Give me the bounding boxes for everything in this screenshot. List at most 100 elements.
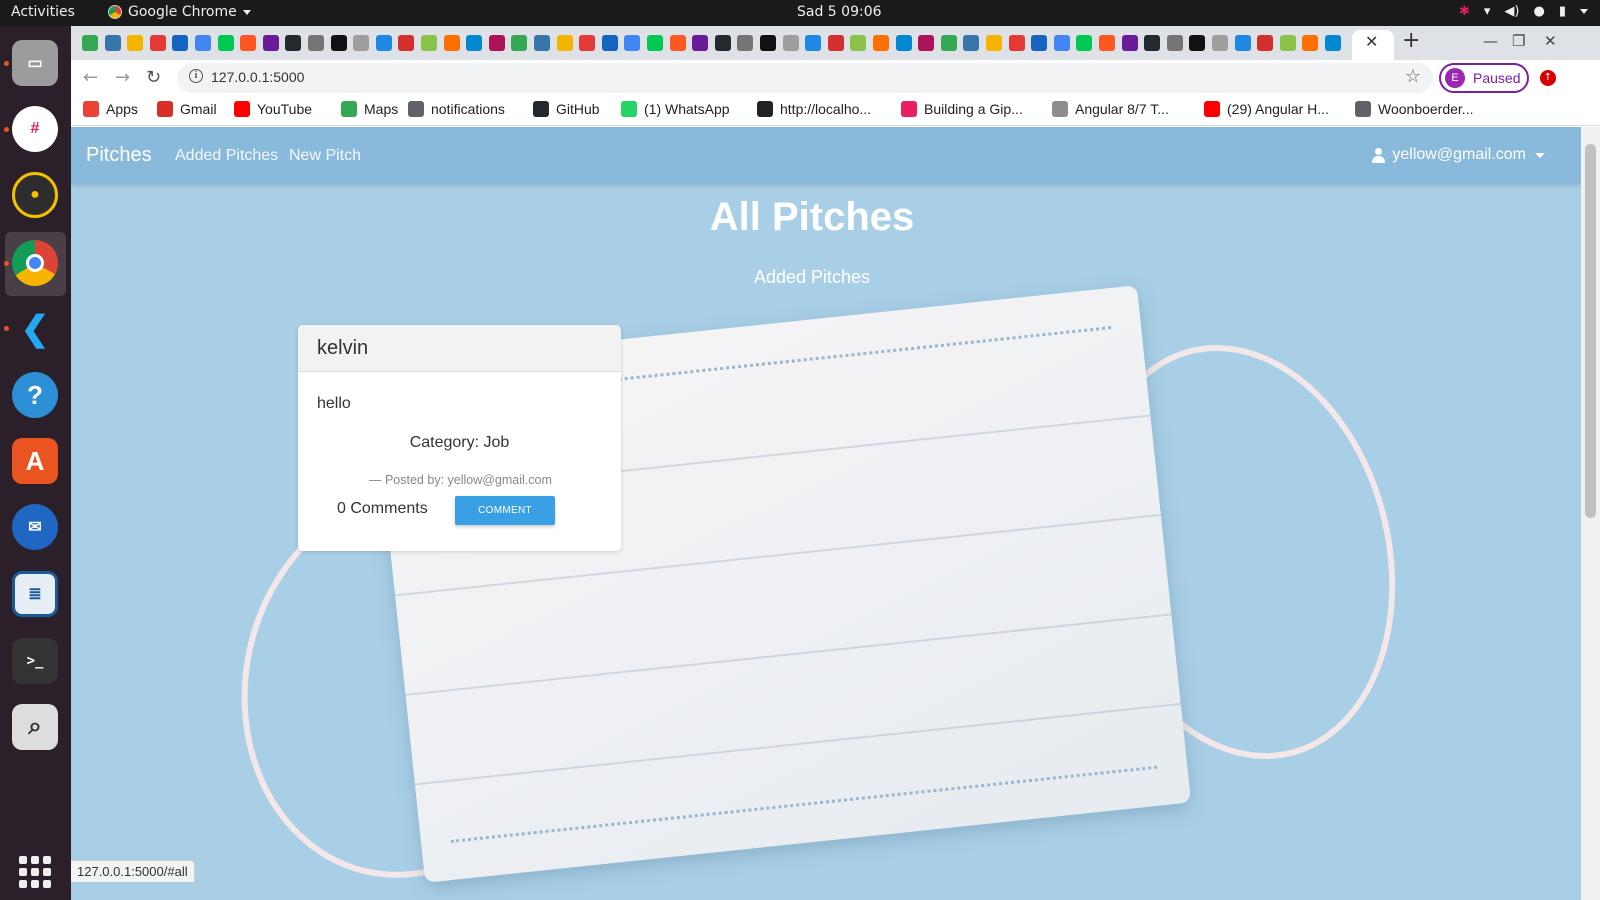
- tab-favicon-icon[interactable]: [963, 35, 980, 51]
- tab-favicon-icon[interactable]: [1031, 35, 1048, 51]
- tab-favicon-icon[interactable]: [398, 35, 415, 51]
- bookmark-star-icon[interactable]: ☆: [1405, 66, 1421, 87]
- tab-favicon-icon[interactable]: [1234, 35, 1251, 51]
- profile-button[interactable]: E Paused: [1439, 63, 1529, 93]
- tab-favicon-icon[interactable]: [782, 35, 799, 51]
- tab-favicon-icon[interactable]: [82, 35, 98, 51]
- scrollbar-thumb[interactable]: [1585, 144, 1596, 518]
- tab-favicon-icon[interactable]: [895, 35, 912, 51]
- bookmark-item[interactable]: http://localho...: [757, 101, 871, 117]
- bookmark-item[interactable]: (1) WhatsApp: [621, 101, 730, 117]
- user-dropdown[interactable]: yellow@gmail.com: [1372, 146, 1545, 164]
- tab-favicon-icon[interactable]: [149, 35, 166, 51]
- vscode-icon[interactable]: ❮: [12, 306, 58, 352]
- google-chrome-icon[interactable]: [12, 240, 58, 286]
- app-menu[interactable]: Google Chrome: [108, 4, 251, 20]
- rhythmbox-icon[interactable]: ●: [12, 172, 58, 218]
- tab-favicon-icon[interactable]: [104, 35, 121, 51]
- minimize-icon[interactable]: —: [1483, 32, 1498, 50]
- restore-icon[interactable]: ❐: [1512, 32, 1525, 50]
- activities-button[interactable]: Activities: [11, 4, 75, 20]
- tab-favicon-icon[interactable]: [127, 35, 144, 51]
- tab-favicon-icon[interactable]: [1212, 35, 1228, 51]
- address-bar[interactable]: i 127.0.0.1:5000 ☆: [177, 63, 1433, 93]
- tab-favicon-icon[interactable]: [1099, 35, 1115, 51]
- tab-favicon-icon[interactable]: [918, 35, 935, 51]
- tab-favicon-icon[interactable]: [534, 35, 550, 51]
- new-tab-button[interactable]: +: [1402, 28, 1420, 53]
- tab-favicon-icon[interactable]: [805, 35, 822, 51]
- help-icon[interactable]: ?: [12, 372, 58, 418]
- tab-favicon-icon[interactable]: [1279, 35, 1296, 51]
- tab-favicon-icon[interactable]: [624, 35, 641, 51]
- tab-favicon-icon[interactable]: [940, 35, 957, 51]
- tab-favicon-icon[interactable]: [285, 35, 302, 51]
- close-tab-icon[interactable]: ✕: [1365, 32, 1378, 51]
- tab-favicon-icon[interactable]: [647, 35, 663, 51]
- slack-tray-icon[interactable]: ✱: [1459, 4, 1470, 19]
- tab-favicon-icon[interactable]: [240, 35, 257, 51]
- update-available-icon[interactable]: ↑: [1540, 70, 1556, 86]
- tab-favicon-icon[interactable]: [330, 35, 347, 51]
- tab-favicon-icon[interactable]: [714, 35, 731, 51]
- tab-favicon-icon[interactable]: [556, 35, 573, 51]
- bookmark-item[interactable]: Gmail: [157, 101, 217, 117]
- tab-favicon-icon[interactable]: [172, 35, 189, 51]
- tab-favicon-icon[interactable]: [669, 35, 686, 51]
- tab-favicon-icon[interactable]: [873, 35, 889, 51]
- tab-favicon-icon[interactable]: [692, 35, 709, 51]
- bookmark-item[interactable]: Angular 8/7 T...: [1052, 101, 1169, 117]
- tab-favicon-icon[interactable]: [1166, 35, 1183, 51]
- tab-favicon-icon[interactable]: [579, 35, 596, 51]
- tab-favicon-icon[interactable]: [421, 35, 437, 51]
- tab-favicon-icon[interactable]: [511, 35, 528, 51]
- tab-favicon-icon[interactable]: [1302, 35, 1319, 51]
- comment-button[interactable]: COMMENT: [455, 496, 555, 525]
- image-viewer-icon[interactable]: ⌕: [12, 704, 58, 750]
- files-icon[interactable]: ▭: [12, 40, 58, 86]
- tab-favicon-icon[interactable]: [1189, 35, 1206, 51]
- tab-favicon-icon[interactable]: [1257, 35, 1274, 51]
- back-arrow-icon[interactable]: ←: [83, 67, 98, 88]
- tab-favicon-icon[interactable]: [217, 35, 234, 51]
- tab-favicon-icon[interactable]: [1008, 35, 1025, 51]
- terminal-icon[interactable]: >_: [12, 638, 58, 684]
- brand-link[interactable]: Pitches: [86, 144, 152, 167]
- close-window-icon[interactable]: ✕: [1544, 32, 1557, 50]
- tab-favicon-icon[interactable]: [466, 35, 483, 51]
- tab-favicon-icon[interactable]: [986, 35, 1002, 51]
- tab-favicon-icon[interactable]: [760, 35, 776, 51]
- tab-favicon-icon[interactable]: [353, 35, 370, 51]
- tab-favicon-icon[interactable]: [1325, 35, 1341, 51]
- libreoffice-writer-icon[interactable]: ≣: [12, 571, 58, 617]
- nav-added-pitches[interactable]: Added Pitches: [175, 147, 278, 165]
- clock[interactable]: Sad 5 09:06: [797, 4, 882, 20]
- bookmark-item[interactable]: (29) Angular H...: [1204, 101, 1329, 117]
- tab-favicon-icon[interactable]: [488, 35, 505, 51]
- tab-favicon-icon[interactable]: [375, 35, 392, 51]
- forward-arrow-icon[interactable]: →: [115, 67, 130, 88]
- bookmark-item[interactable]: Woonboerder...: [1355, 101, 1473, 117]
- tab-favicon-icon[interactable]: [1053, 35, 1070, 51]
- site-info-icon[interactable]: i: [189, 69, 203, 83]
- tab-favicon-icon[interactable]: [443, 35, 460, 51]
- bookmark-item[interactable]: Apps: [83, 101, 138, 117]
- url-text[interactable]: 127.0.0.1:5000: [211, 69, 304, 85]
- tab-favicon-icon[interactable]: [1076, 35, 1093, 51]
- system-tray[interactable]: ✱ ▾ ◀) ● ▮: [1459, 4, 1588, 19]
- tab-favicon-icon[interactable]: [1121, 35, 1138, 51]
- tab-favicon-icon[interactable]: [1144, 35, 1161, 51]
- bookmark-item[interactable]: YouTube: [234, 101, 312, 117]
- ubuntu-software-icon[interactable]: A: [12, 438, 58, 484]
- bookmark-item[interactable]: Building a Gip...: [901, 101, 1023, 117]
- thunderbird-icon[interactable]: ✉: [12, 504, 58, 550]
- bookmark-item[interactable]: notifications: [408, 101, 505, 117]
- tab-favicon-icon[interactable]: [850, 35, 867, 51]
- show-applications-icon[interactable]: [19, 856, 51, 888]
- tab-favicon-icon[interactable]: [195, 35, 211, 51]
- bookmark-item[interactable]: GitHub: [533, 101, 600, 117]
- nav-new-pitch[interactable]: New Pitch: [289, 147, 361, 165]
- reload-icon[interactable]: ↻: [146, 67, 161, 88]
- slack-icon[interactable]: #: [12, 106, 58, 152]
- tab-favicon-icon[interactable]: [308, 35, 324, 51]
